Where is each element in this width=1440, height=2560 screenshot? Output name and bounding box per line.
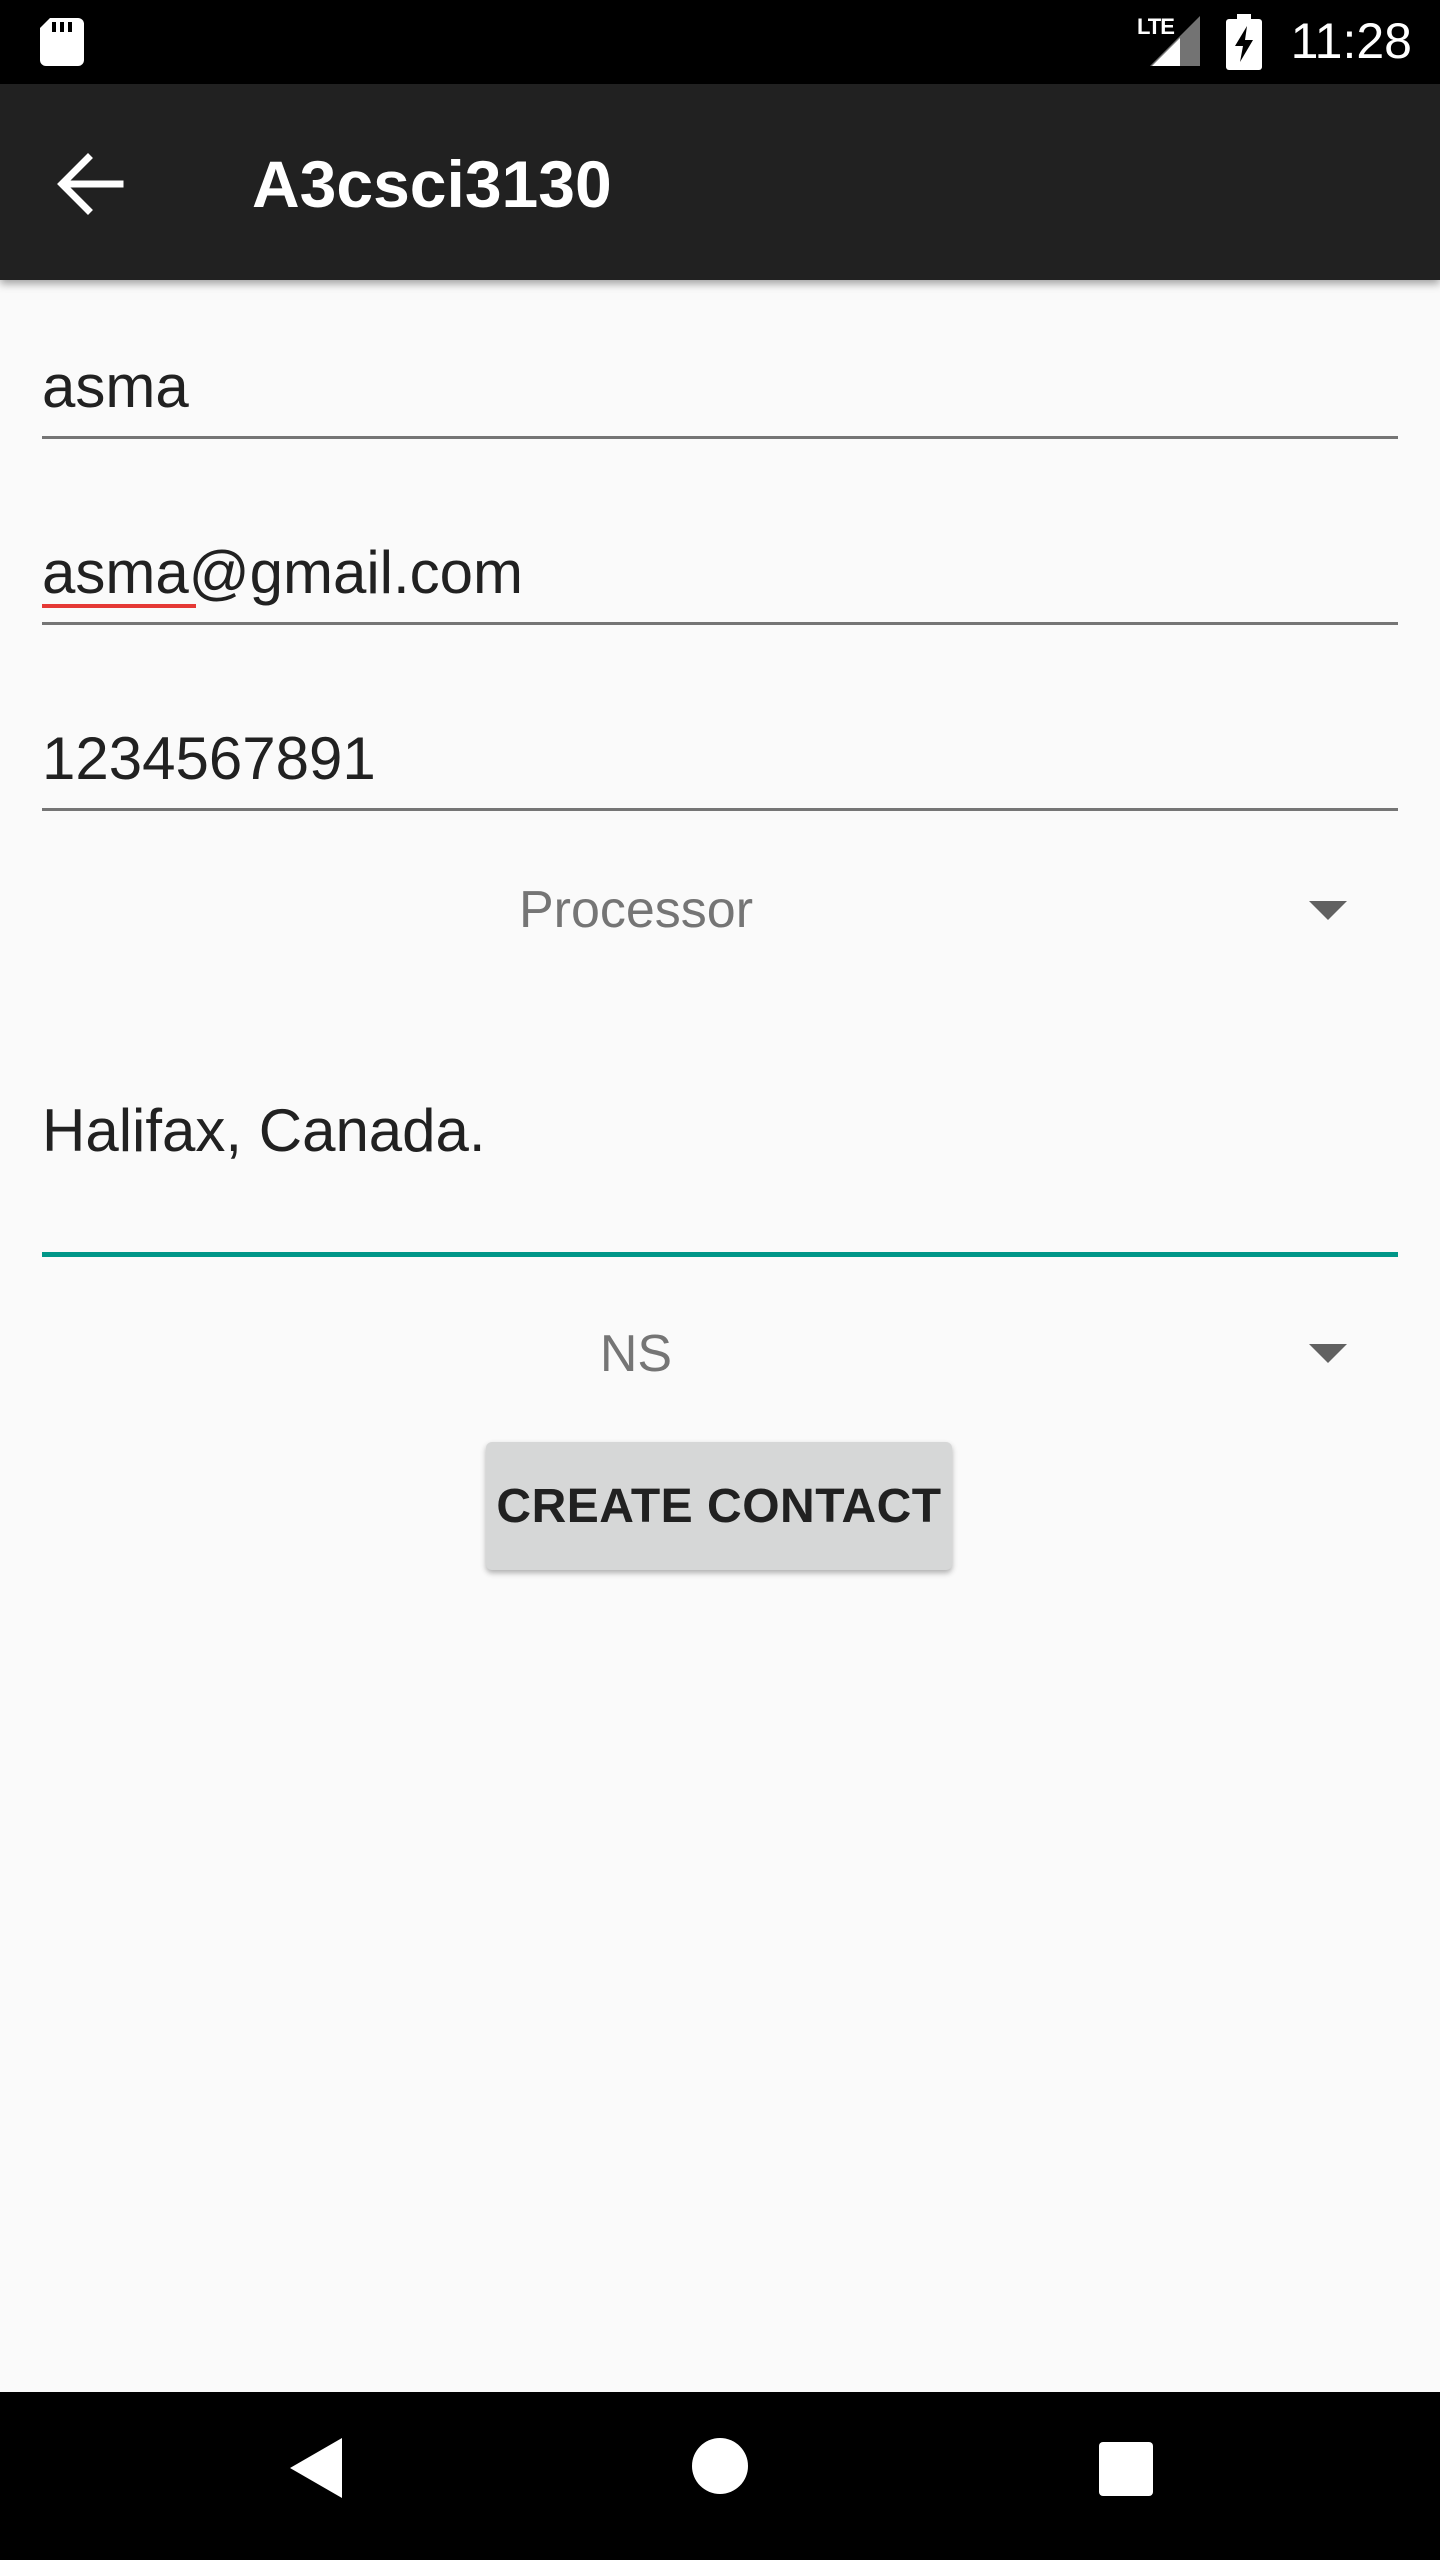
arrow-left-icon[interactable] xyxy=(40,136,140,236)
sd-card-icon xyxy=(40,18,84,66)
create-contact-button[interactable]: CREATE CONTACT xyxy=(486,1442,952,1570)
status-bar: LTE 11:28 xyxy=(0,0,1440,84)
chevron-down-icon xyxy=(1309,901,1347,920)
email-field[interactable]: asma@gmail.com xyxy=(42,512,1398,625)
battery-charging-icon xyxy=(1226,14,1262,70)
province-selected: NS xyxy=(599,1325,673,1383)
business-type-selected: Processor xyxy=(518,881,754,939)
name-field-value: asma xyxy=(42,353,189,420)
address-field[interactable]: Halifax, Canada. xyxy=(42,1060,1398,1257)
name-field[interactable]: asma xyxy=(42,326,1398,439)
signal-icon xyxy=(1150,16,1200,66)
nav-home-icon[interactable] xyxy=(690,2436,750,2496)
nav-recents-icon[interactable] xyxy=(1097,2440,1155,2498)
province-spinner[interactable]: NS xyxy=(42,1294,1398,1414)
phone-field-value: 1234567891 xyxy=(42,725,376,792)
email-field-value: asma@gmail.com xyxy=(42,539,524,606)
app-bar: A3csci3130 xyxy=(0,84,1440,280)
nav-back-icon[interactable] xyxy=(288,2436,344,2500)
phone-field[interactable]: 1234567891 xyxy=(42,698,1398,811)
chevron-down-icon xyxy=(1309,1344,1347,1363)
status-time: 11:28 xyxy=(1290,13,1412,69)
business-type-spinner[interactable]: Processor xyxy=(42,850,1398,970)
address-field-value: Halifax, Canada. xyxy=(42,1097,486,1164)
spell-check-underline xyxy=(42,604,196,608)
navigation-bar xyxy=(0,2392,1440,2560)
app-title: A3csci3130 xyxy=(252,147,612,221)
